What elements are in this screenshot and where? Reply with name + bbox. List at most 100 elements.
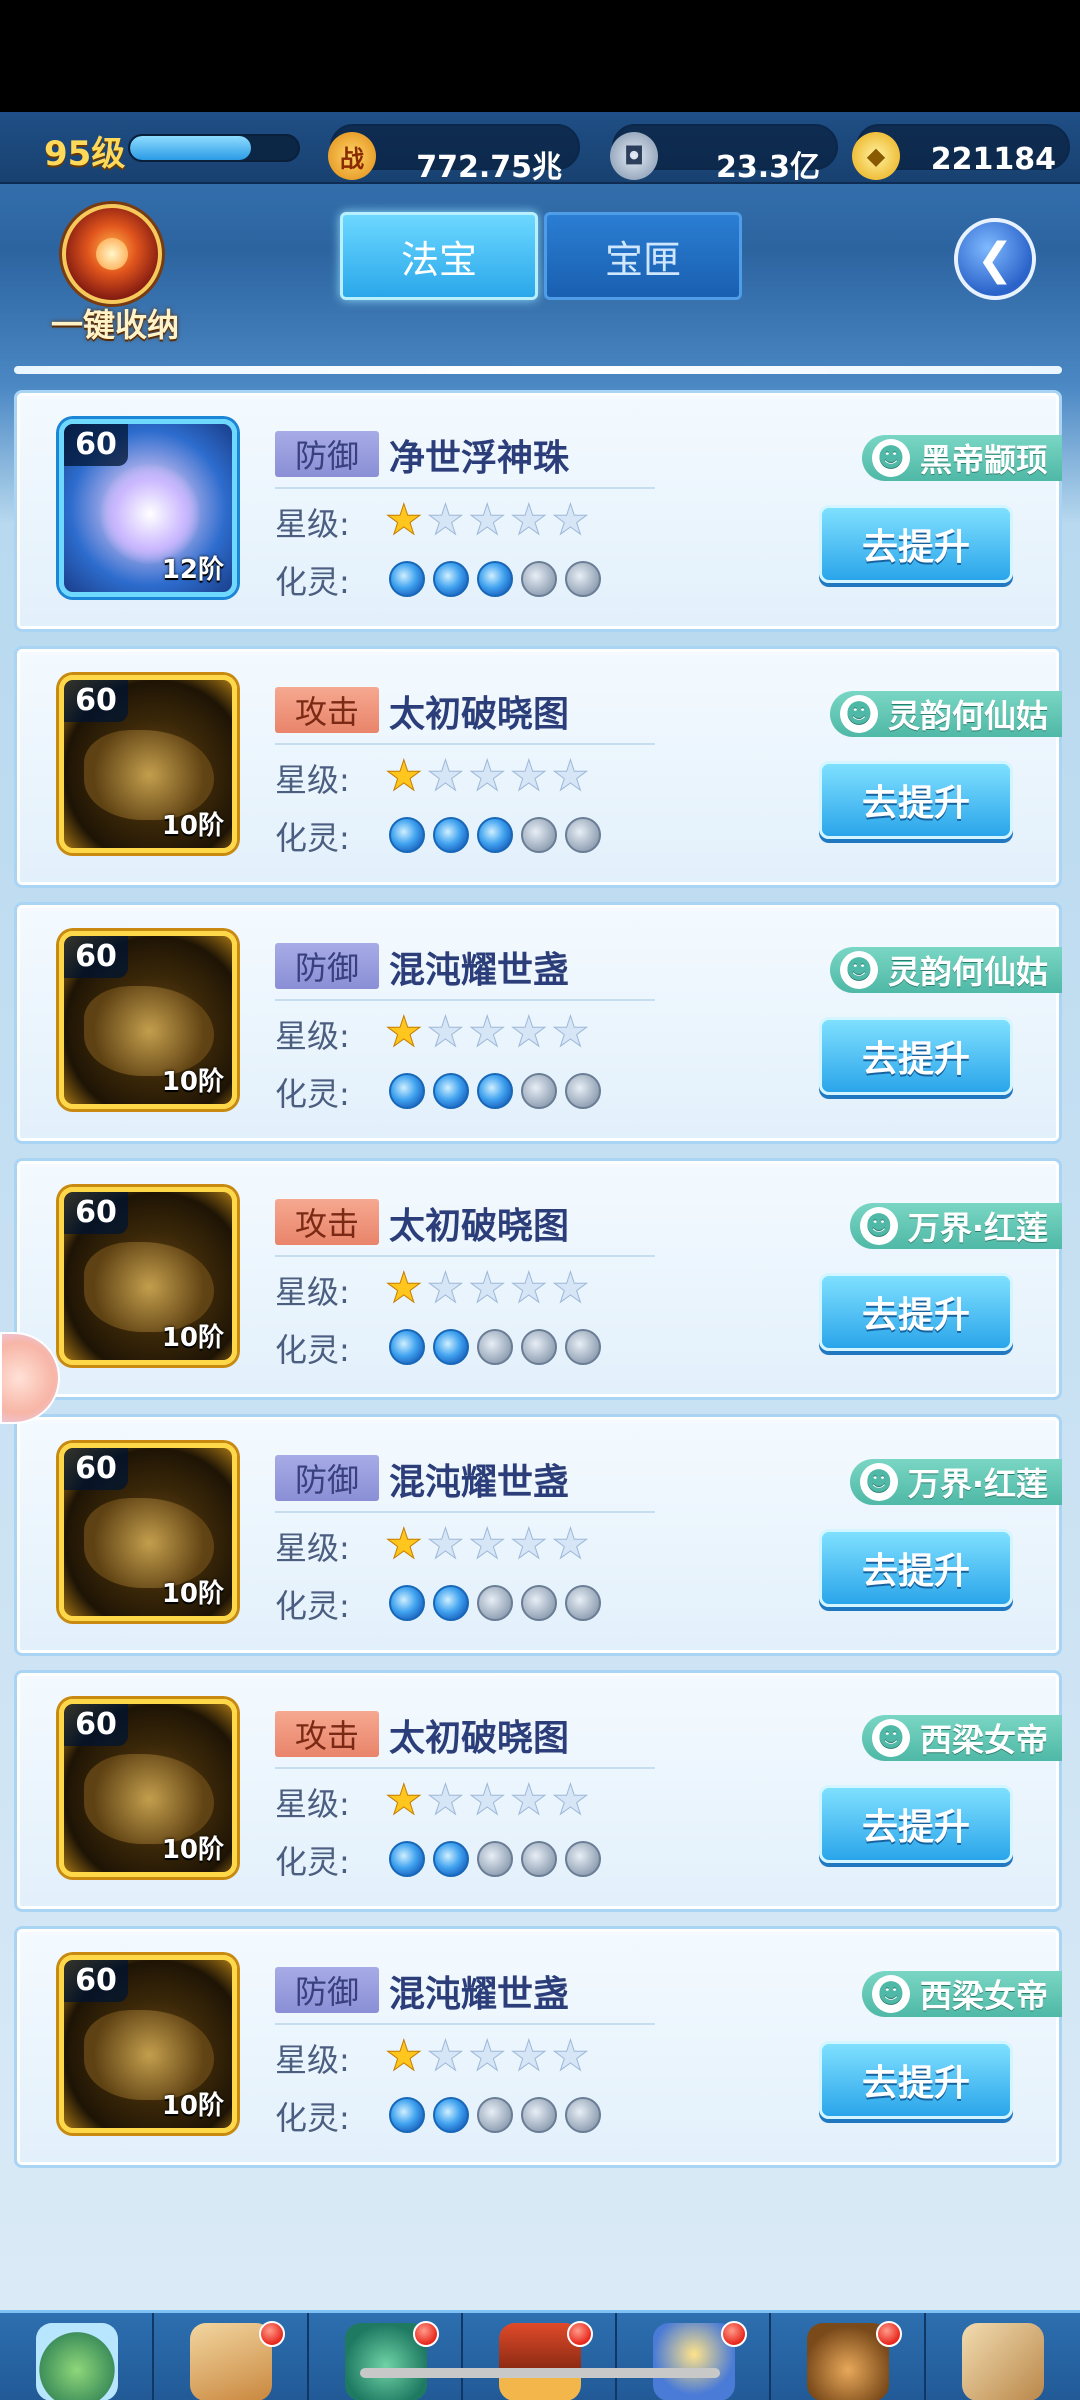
treasure-card: 60 10阶 攻击 太初破晓图 星级: ★ ★ ★ ★ ★ 化灵: ☻ 西梁女帝 去提升 — [14, 1670, 1062, 1912]
power-value: 772.75兆 — [416, 150, 562, 185]
nav-item[interactable]: 斗法 — [617, 2313, 772, 2400]
spirit-orb-inactive-icon — [565, 1841, 601, 1877]
star-empty-icon: ★ — [426, 495, 465, 544]
star-rating: ★ ★ ★ ★ ★ — [385, 495, 590, 544]
treasure-type-badge: 防御 — [275, 943, 379, 989]
nav-item[interactable]: 背包 — [771, 2313, 926, 2400]
spirit-orb-active-icon — [433, 817, 469, 853]
upgrade-button[interactable]: 去提升 — [819, 1273, 1013, 1351]
equipped-hero-tag[interactable]: ☻ 黑帝颛顼 — [861, 435, 1062, 481]
treasure-type-badge: 防御 — [275, 1967, 379, 2013]
spirit-orb-active-icon — [433, 1073, 469, 1109]
equipped-hero-tag[interactable]: ☻ 灵韵何仙姑 — [829, 947, 1062, 993]
spirit-orbs — [389, 2097, 601, 2133]
star-label: 星级: — [275, 1273, 350, 1311]
power-box: 战 772.75兆 — [328, 124, 580, 185]
treasure-rank: 10阶 — [161, 1067, 224, 1097]
nav-item[interactable]: 历练 — [309, 2313, 463, 2400]
star-empty-icon: ★ — [509, 1263, 548, 1312]
treasure-name: 混沌耀世盏 — [389, 1462, 570, 1503]
star-empty-icon: ★ — [426, 1519, 465, 1568]
treasure-level: 60 — [64, 936, 128, 978]
star-empty-icon: ★ — [426, 1263, 465, 1312]
star-empty-icon: ★ — [509, 1519, 548, 1568]
tab-treasure-box[interactable]: 宝匣 — [544, 212, 742, 300]
treasure-rank: 10阶 — [161, 811, 224, 841]
star-label: 星级: — [275, 1785, 350, 1823]
upgrade-button[interactable]: 去提升 — [819, 505, 1013, 583]
spirit-orb-active-icon — [477, 1073, 513, 1109]
star-empty-icon: ★ — [551, 1775, 590, 1824]
star-filled-icon: ★ — [385, 1775, 424, 1824]
equipped-hero-tag[interactable]: ☻ 西梁女帝 — [861, 1971, 1062, 2017]
treasure-name: 混沌耀世盏 — [389, 1974, 570, 2015]
treasure-thumbnail[interactable]: 60 10阶 — [59, 1699, 237, 1877]
spirit-orb-inactive-icon — [477, 1585, 513, 1621]
spirit-orb-active-icon — [477, 561, 513, 597]
star-filled-icon: ★ — [385, 1263, 424, 1312]
spirit-label: 化灵: — [275, 1587, 350, 1625]
treasure-name: 太初破晓图 — [389, 694, 570, 735]
equipped-hero-name: 西梁女帝 — [919, 1977, 1048, 2015]
equipped-hero-tag[interactable]: ☻ 万界·红莲 — [849, 1203, 1062, 1249]
nav-item[interactable]: 阵容 — [154, 2313, 309, 2400]
notification-dot — [567, 2321, 594, 2347]
equipped-hero-tag[interactable]: ☻ 西梁女帝 — [861, 1715, 1062, 1761]
upgrade-button[interactable]: 去提升 — [819, 761, 1013, 839]
treasure-name: 净世浮神珠 — [389, 438, 570, 479]
spirit-orb-inactive-icon — [565, 1073, 601, 1109]
treasure-thumbnail[interactable]: 60 10阶 — [59, 1187, 237, 1365]
upgrade-button[interactable]: 去提升 — [819, 2041, 1013, 2119]
equipped-hero-tag[interactable]: ☻ 万界·红莲 — [849, 1459, 1062, 1505]
name-divider — [275, 2023, 655, 2025]
hero-head-icon: ☻ — [839, 951, 878, 989]
treasure-card: 60 10阶 攻击 太初破晓图 星级: ★ ★ ★ ★ ★ 化灵: ☻ 万界·红莲 去提… — [14, 1158, 1062, 1400]
back-arrow-icon: ❮ — [976, 233, 1014, 285]
resource-bar: 95级 战 772.75兆 ◘ 23.3亿 ◆ 221184 — [0, 112, 1080, 185]
collect-label: 一键收纳 — [50, 306, 179, 344]
treasure-thumbnail[interactable]: 60 10阶 — [59, 1955, 237, 2133]
spirit-orb-active-icon — [389, 2097, 425, 2133]
spirit-orb-active-icon — [389, 817, 425, 853]
star-empty-icon: ★ — [509, 1007, 548, 1056]
treasure-level: 60 — [64, 1192, 128, 1234]
star-rating: ★ ★ ★ ★ ★ — [385, 2032, 590, 2079]
star-empty-icon: ★ — [551, 1007, 590, 1056]
spirit-label: 化灵: — [275, 2099, 350, 2137]
system-home-indicator[interactable] — [360, 2368, 720, 2378]
treasure-name: 太初破晓图 — [389, 1718, 570, 1759]
treasure-thumbnail[interactable]: 60 10阶 — [59, 931, 237, 1109]
treasure-thumbnail[interactable]: 60 10阶 — [59, 675, 237, 853]
star-empty-icon: ★ — [551, 1519, 590, 1568]
treasure-type-badge: 攻击 — [275, 1199, 379, 1245]
scroll-icon — [961, 2323, 1044, 2400]
star-filled-icon: ★ — [385, 1007, 424, 1056]
back-button[interactable]: ❮ — [954, 218, 1036, 300]
star-empty-icon: ★ — [468, 1519, 507, 1568]
upgrade-button[interactable]: 去提升 — [819, 1785, 1013, 1863]
tab-treasure[interactable]: 法宝 — [340, 212, 538, 300]
spirit-label: 化灵: — [275, 1331, 350, 1369]
hero-head-icon: ☻ — [859, 1207, 898, 1245]
treasure-thumbnail[interactable]: 60 12阶 — [59, 419, 237, 597]
star-rating: ★ ★ ★ ★ ★ — [385, 1519, 590, 1568]
one-click-collect-button[interactable]: 一键收纳 — [40, 204, 190, 344]
equipped-hero-tag[interactable]: ☻ 灵韵何仙姑 — [829, 691, 1062, 737]
treasure-type-badge: 攻击 — [275, 1711, 379, 1757]
upgrade-button[interactable]: 去提升 — [819, 1017, 1013, 1095]
star-rating: ★ ★ ★ ★ ★ — [385, 1007, 590, 1056]
hero-head-icon: ☻ — [871, 1975, 910, 2013]
treasure-thumbnail[interactable]: 60 10阶 — [59, 1443, 237, 1621]
star-empty-icon: ★ — [468, 751, 507, 800]
star-filled-icon: ★ — [385, 495, 424, 544]
spirit-orb-active-icon — [389, 1585, 425, 1621]
nav-item[interactable]: 首页 — [0, 2313, 155, 2400]
treasure-name: 太初破晓图 — [389, 1206, 570, 1247]
spirit-orb-active-icon — [477, 817, 513, 853]
nav-item[interactable]: 寻仙 — [926, 2313, 1080, 2400]
star-empty-icon: ★ — [551, 495, 590, 544]
star-empty-icon: ★ — [509, 495, 548, 544]
upgrade-button[interactable]: 去提升 — [819, 1529, 1013, 1607]
nav-item[interactable]: 副本 — [463, 2313, 618, 2400]
spirit-orb-inactive-icon — [565, 2097, 601, 2133]
